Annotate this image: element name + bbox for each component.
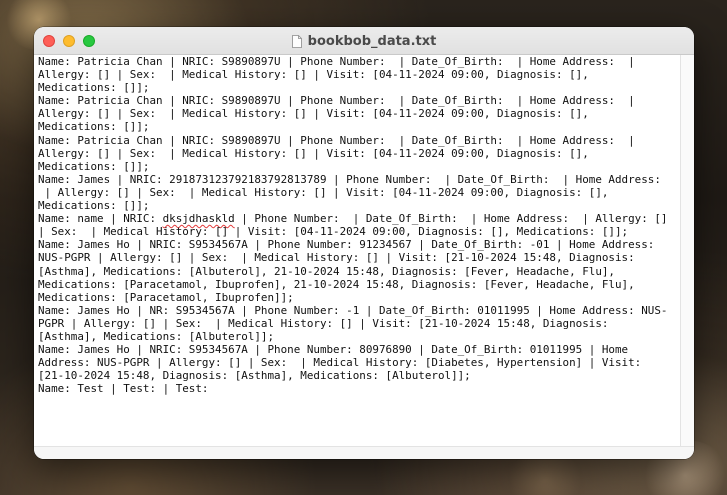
document-icon bbox=[291, 34, 302, 48]
text-line[interactable]: Medications: []]; bbox=[38, 160, 678, 173]
background-bokeh bbox=[500, 455, 590, 495]
window-title-group: bookbob_data.txt bbox=[34, 27, 694, 55]
text-line[interactable]: Address: NUS-PGPR | Allergy: [] | Sex: |… bbox=[38, 356, 678, 369]
text-line[interactable]: Medications: []]; bbox=[38, 120, 678, 133]
text-segment: | Phone Number: | Date_Of_Birth: | Home … bbox=[234, 212, 668, 226]
text-line[interactable]: [Asthma], Medications: [Albuterol], 21-1… bbox=[38, 265, 678, 278]
text-line[interactable]: Medications: [Paracetamol, Ibuprofen], 2… bbox=[38, 278, 678, 291]
document-text[interactable]: Name: Patricia Chan | NRIC: S9890897U | … bbox=[34, 55, 678, 395]
text-editor-window[interactable]: bookbob_data.txt Name: Patricia Chan | N… bbox=[34, 27, 694, 459]
text-line[interactable]: Medications: []]; bbox=[38, 81, 678, 94]
text-line[interactable]: | Sex: | Medical History: [] | Visit: [0… bbox=[38, 225, 678, 238]
text-line[interactable]: Name: James Ho | NRIC: S9534567A | Phone… bbox=[38, 238, 678, 251]
text-line[interactable]: Name: Test | Test: | Test: bbox=[38, 382, 678, 395]
text-line[interactable]: Name: Patricia Chan | NRIC: S9890897U | … bbox=[38, 134, 678, 147]
text-line[interactable]: Allergy: [] | Sex: | Medical History: []… bbox=[38, 68, 678, 81]
text-line[interactable]: Allergy: [] | Sex: | Medical History: []… bbox=[38, 147, 678, 160]
text-line[interactable]: NUS-PGPR | Allergy: [] | Sex: | Medical … bbox=[38, 251, 678, 264]
vertical-scrollbar[interactable] bbox=[680, 55, 694, 446]
text-line[interactable]: Name: James | NRIC: 29187312379218379281… bbox=[38, 173, 678, 186]
text-line[interactable]: Name: James Ho | NRIC: S9534567A | Phone… bbox=[38, 343, 678, 356]
text-line[interactable]: Name: James Ho | NR: S9534567A | Phone N… bbox=[38, 304, 678, 317]
title-bar[interactable]: bookbob_data.txt bbox=[34, 27, 694, 55]
bottom-edge bbox=[34, 446, 694, 459]
text-content-area[interactable]: Name: Patricia Chan | NRIC: S9890897U | … bbox=[34, 55, 680, 446]
text-segment: Name: name | NRIC: bbox=[38, 212, 163, 226]
text-line[interactable]: Name: name | NRIC: dksjdhaskld | Phone N… bbox=[38, 212, 678, 225]
text-line[interactable]: Medications: [Paracetamol, Ibuprofen]]; bbox=[38, 291, 678, 304]
text-line[interactable]: PGPR | Allergy: [] | Sex: | Medical Hist… bbox=[38, 317, 678, 330]
text-line[interactable]: [Asthma], Medications: [Albuterol]]; bbox=[38, 330, 678, 343]
text-line[interactable]: Allergy: [] | Sex: | Medical History: []… bbox=[38, 107, 678, 120]
text-line[interactable]: Name: Patricia Chan | NRIC: S9890897U | … bbox=[38, 55, 678, 68]
text-line[interactable]: Name: Patricia Chan | NRIC: S9890897U | … bbox=[38, 94, 678, 107]
text-line[interactable]: Medications: []]; bbox=[38, 199, 678, 212]
misspelled-word[interactable]: dksjdhaskld bbox=[163, 212, 235, 225]
window-title: bookbob_data.txt bbox=[307, 33, 437, 49]
text-line[interactable]: | Allergy: [] | Sex: | Medical History: … bbox=[38, 186, 678, 199]
text-line[interactable]: [21-10-2024 15:48, Diagnosis: [Asthma], … bbox=[38, 369, 678, 382]
